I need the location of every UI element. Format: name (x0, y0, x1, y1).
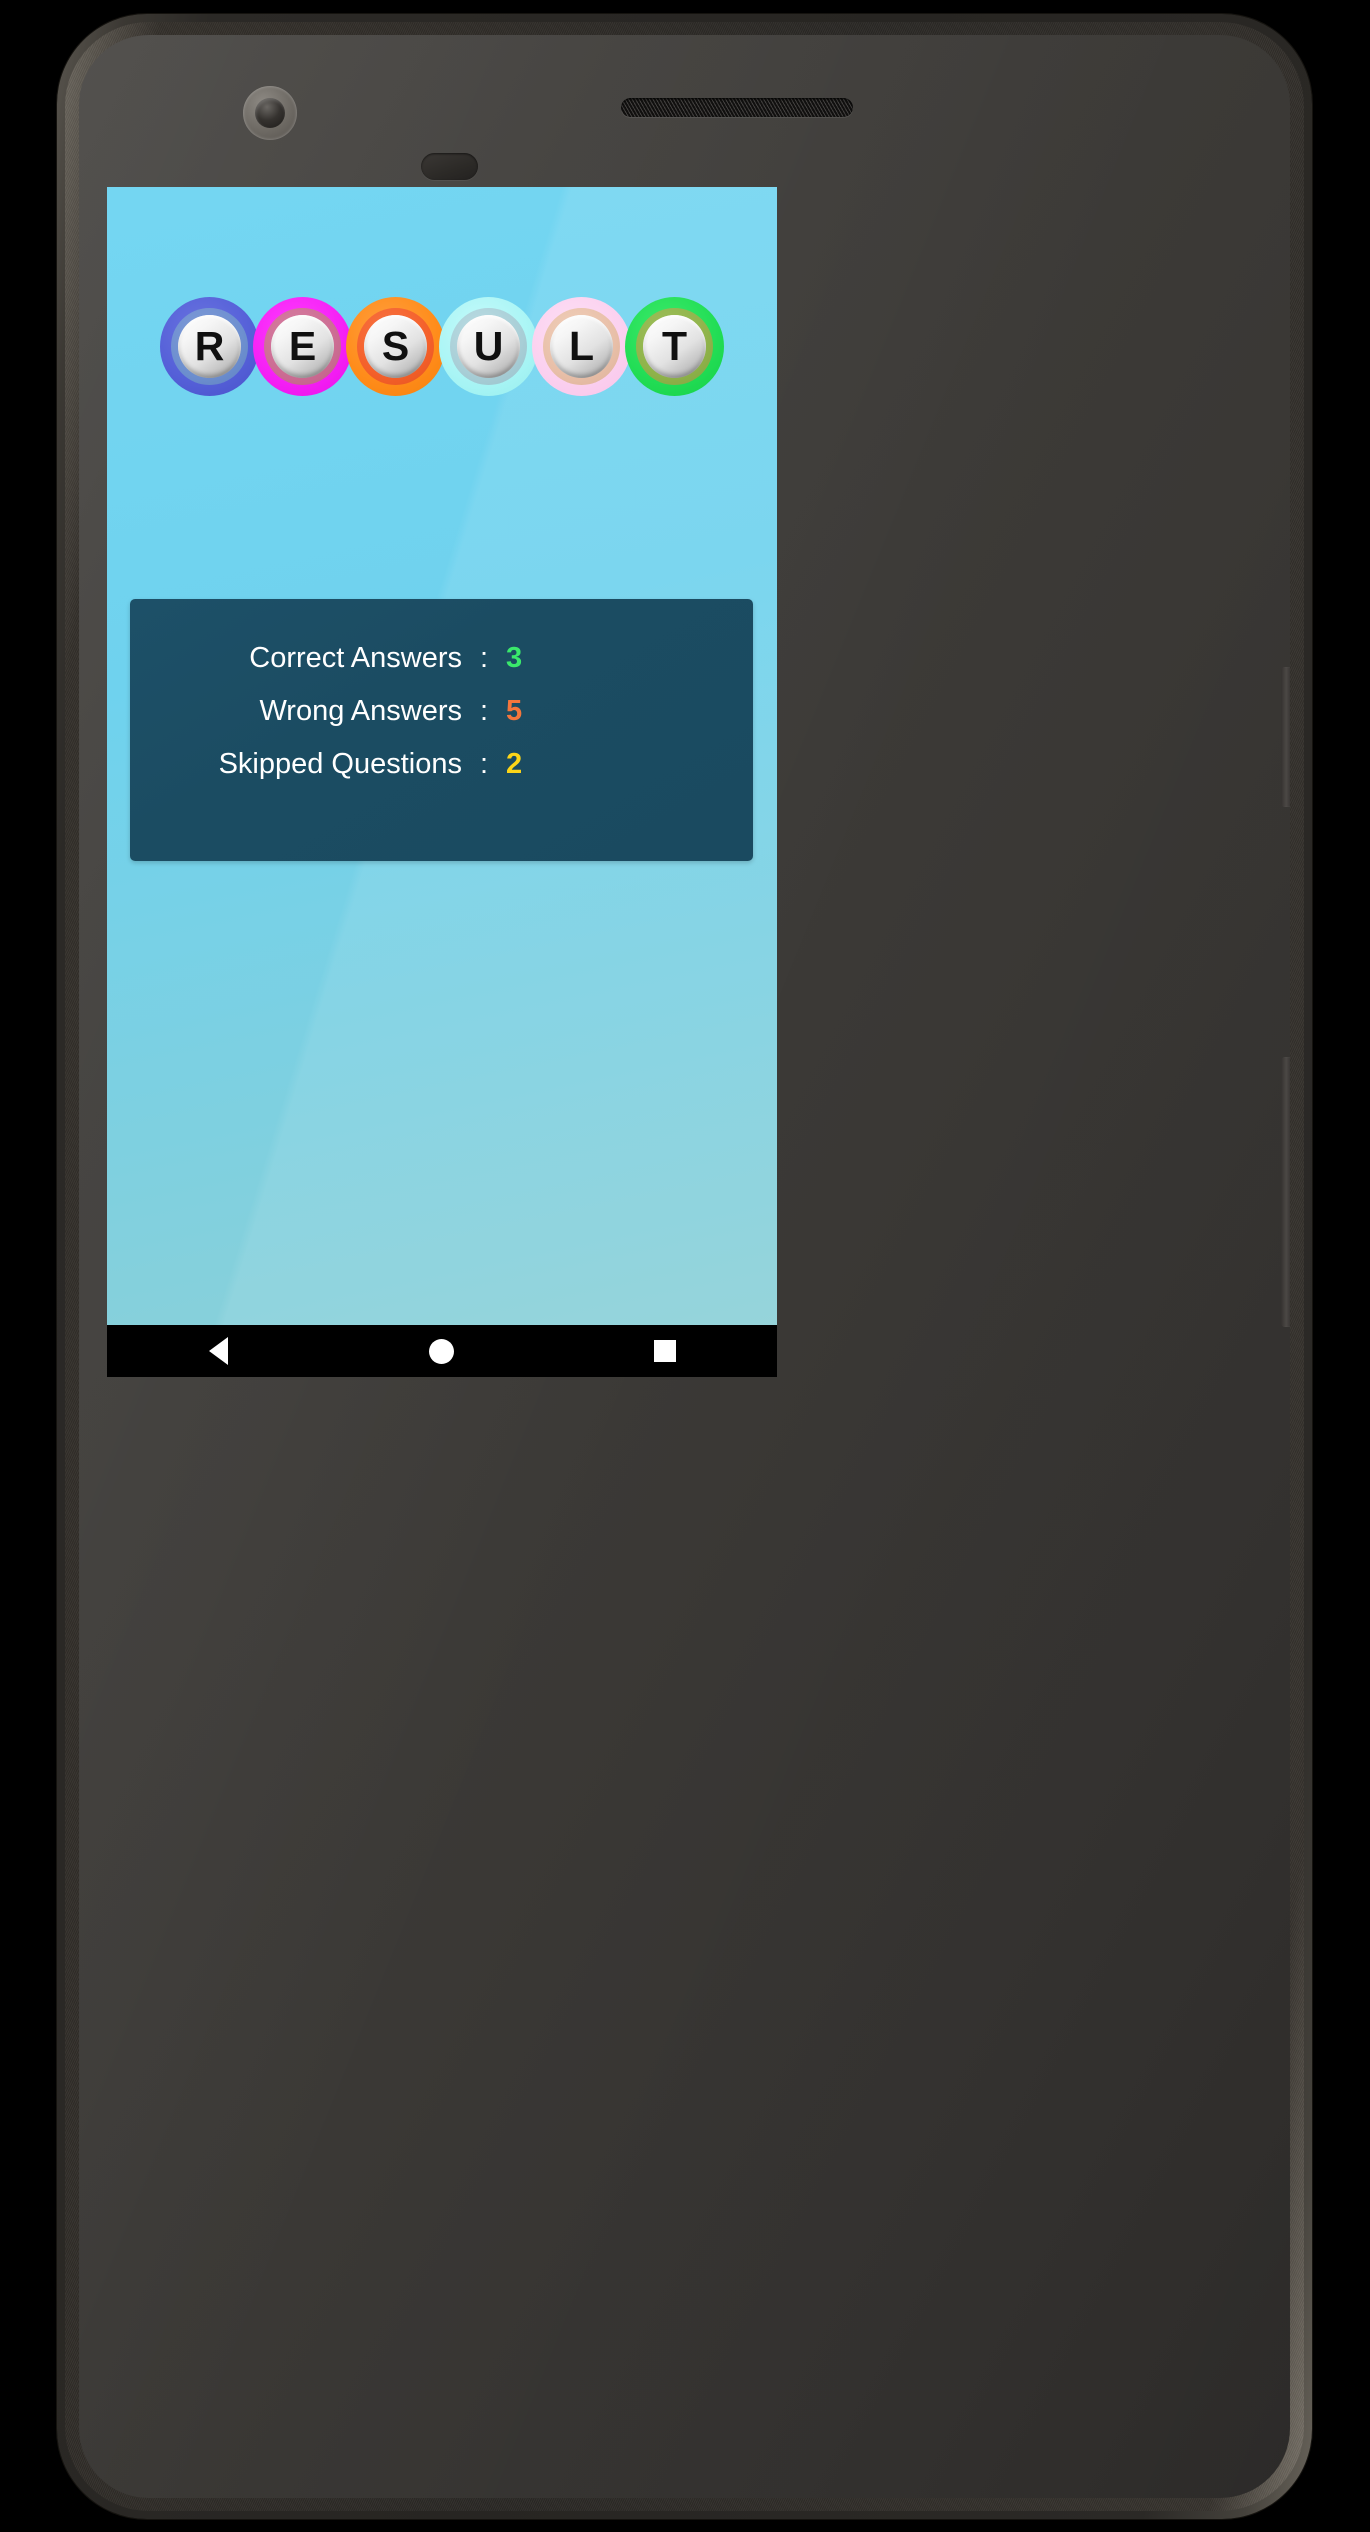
screenshot-stage: R E S U L T Correct Answers: 3 Wrong An… (0, 0, 1370, 2532)
result-label: Correct Answers (249, 642, 462, 674)
ball-letter: L (568, 322, 595, 369)
back-triangle-icon (209, 1337, 229, 1365)
title-letter-ball-l: L (532, 297, 631, 396)
result-separator: : (479, 748, 489, 781)
ball-letter: R (194, 322, 225, 369)
title-letter-ball-t: T (625, 297, 724, 396)
nav-recents-button[interactable] (554, 1325, 777, 1377)
volume-button[interactable] (1281, 1057, 1290, 1327)
title-letter-ball-s: S (346, 297, 445, 396)
recents-square-icon (654, 1340, 677, 1362)
result-label: Wrong Answers (259, 695, 462, 728)
correct-answers-value: 3 (506, 642, 523, 674)
ball-letter: S (381, 322, 410, 369)
android-navigation-bar (107, 1325, 777, 1377)
result-separator: : (479, 695, 489, 728)
result-row-wrong-answers: Wrong Answers : 5 (130, 692, 753, 731)
skipped-questions-value: 2 (506, 748, 523, 781)
result-label: Skipped Questions (218, 748, 462, 781)
result-card: Correct Answers : 3 Wrong Answers : 5 Sk… (130, 599, 753, 861)
wrong-answers-value: 5 (506, 695, 523, 728)
proximity-sensor-icon (421, 153, 478, 180)
phone-outer-frame: R E S U L T Correct Answers: 3 Wrong An… (57, 14, 1312, 2519)
nav-back-button[interactable] (107, 1325, 330, 1377)
front-camera-icon (243, 86, 297, 140)
phone-body: R E S U L T Correct Answers: 3 Wrong An… (79, 35, 1290, 2498)
title-letter-ball-u: U (439, 297, 538, 396)
result-row-skipped-questions: Skipped Questions : 2 (130, 745, 753, 784)
page-title: R E S U L T (107, 297, 777, 396)
result-row-correct-answers: Correct Answers : 3 (130, 639, 753, 678)
title-letter-ball-e: E (253, 297, 352, 396)
power-button[interactable] (1281, 667, 1290, 807)
ball-letter: E (288, 322, 317, 369)
nav-home-button[interactable] (330, 1325, 553, 1377)
home-circle-icon (429, 1338, 455, 1364)
title-letter-ball-r: R (160, 297, 259, 396)
ball-letter: T (661, 322, 688, 369)
ball-letter: U (473, 322, 504, 369)
result-separator: : (479, 642, 489, 674)
app-background: R E S U L T Correct Answers: 3 Wrong An… (107, 187, 777, 1377)
earpiece-speaker-icon (621, 98, 853, 117)
phone-screen: R E S U L T Correct Answers: 3 Wrong An… (107, 187, 777, 1377)
